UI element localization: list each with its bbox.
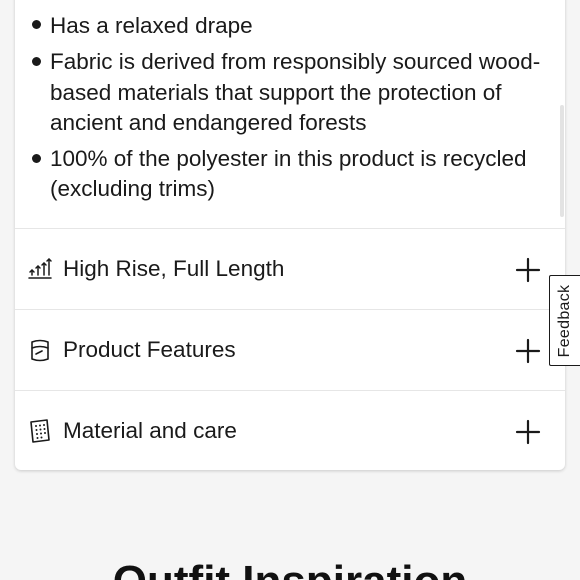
bullet-dot (32, 20, 41, 29)
expand-plus-icon[interactable] (514, 418, 542, 446)
accordion-label: Material and care (63, 418, 237, 443)
bullet-text: Has a relaxed drape (50, 13, 253, 38)
feedback-tab[interactable]: Feedback (549, 275, 580, 366)
bullet-text: 100% of the polyester in this product is… (50, 146, 527, 171)
outfit-inspiration-heading: Outfit Inspiration (0, 558, 580, 580)
accordion-label: Product Features (63, 337, 236, 362)
rise-length-icon (28, 258, 52, 279)
expand-plus-icon[interactable] (514, 337, 542, 365)
bullet-text: Fabric is derived from responsibly sourc… (50, 49, 541, 74)
product-details-card: Has a relaxed drape Fabric is derived fr… (15, 0, 565, 470)
accordion-label: High Rise, Full Length (63, 256, 285, 281)
product-features-icon (31, 339, 49, 362)
accordion-material-and-care[interactable]: Material and care (15, 390, 565, 470)
bullet-text-continued: ancient and endangered forests (50, 110, 367, 135)
feedback-label: Feedback (556, 284, 573, 357)
bullet-dot (32, 154, 41, 163)
bullet-text-continued: based materials that support the protect… (50, 80, 502, 105)
accordion-product-features[interactable]: Product Features (15, 309, 565, 390)
bullet-text-continued: (excluding trims) (50, 176, 216, 201)
accordion-high-rise-full-length[interactable]: High Rise, Full Length (15, 228, 565, 309)
expand-plus-icon[interactable] (514, 256, 542, 284)
bullet-dot (32, 57, 41, 66)
details-scrollbar[interactable] (560, 105, 564, 217)
material-care-icon (30, 419, 50, 443)
